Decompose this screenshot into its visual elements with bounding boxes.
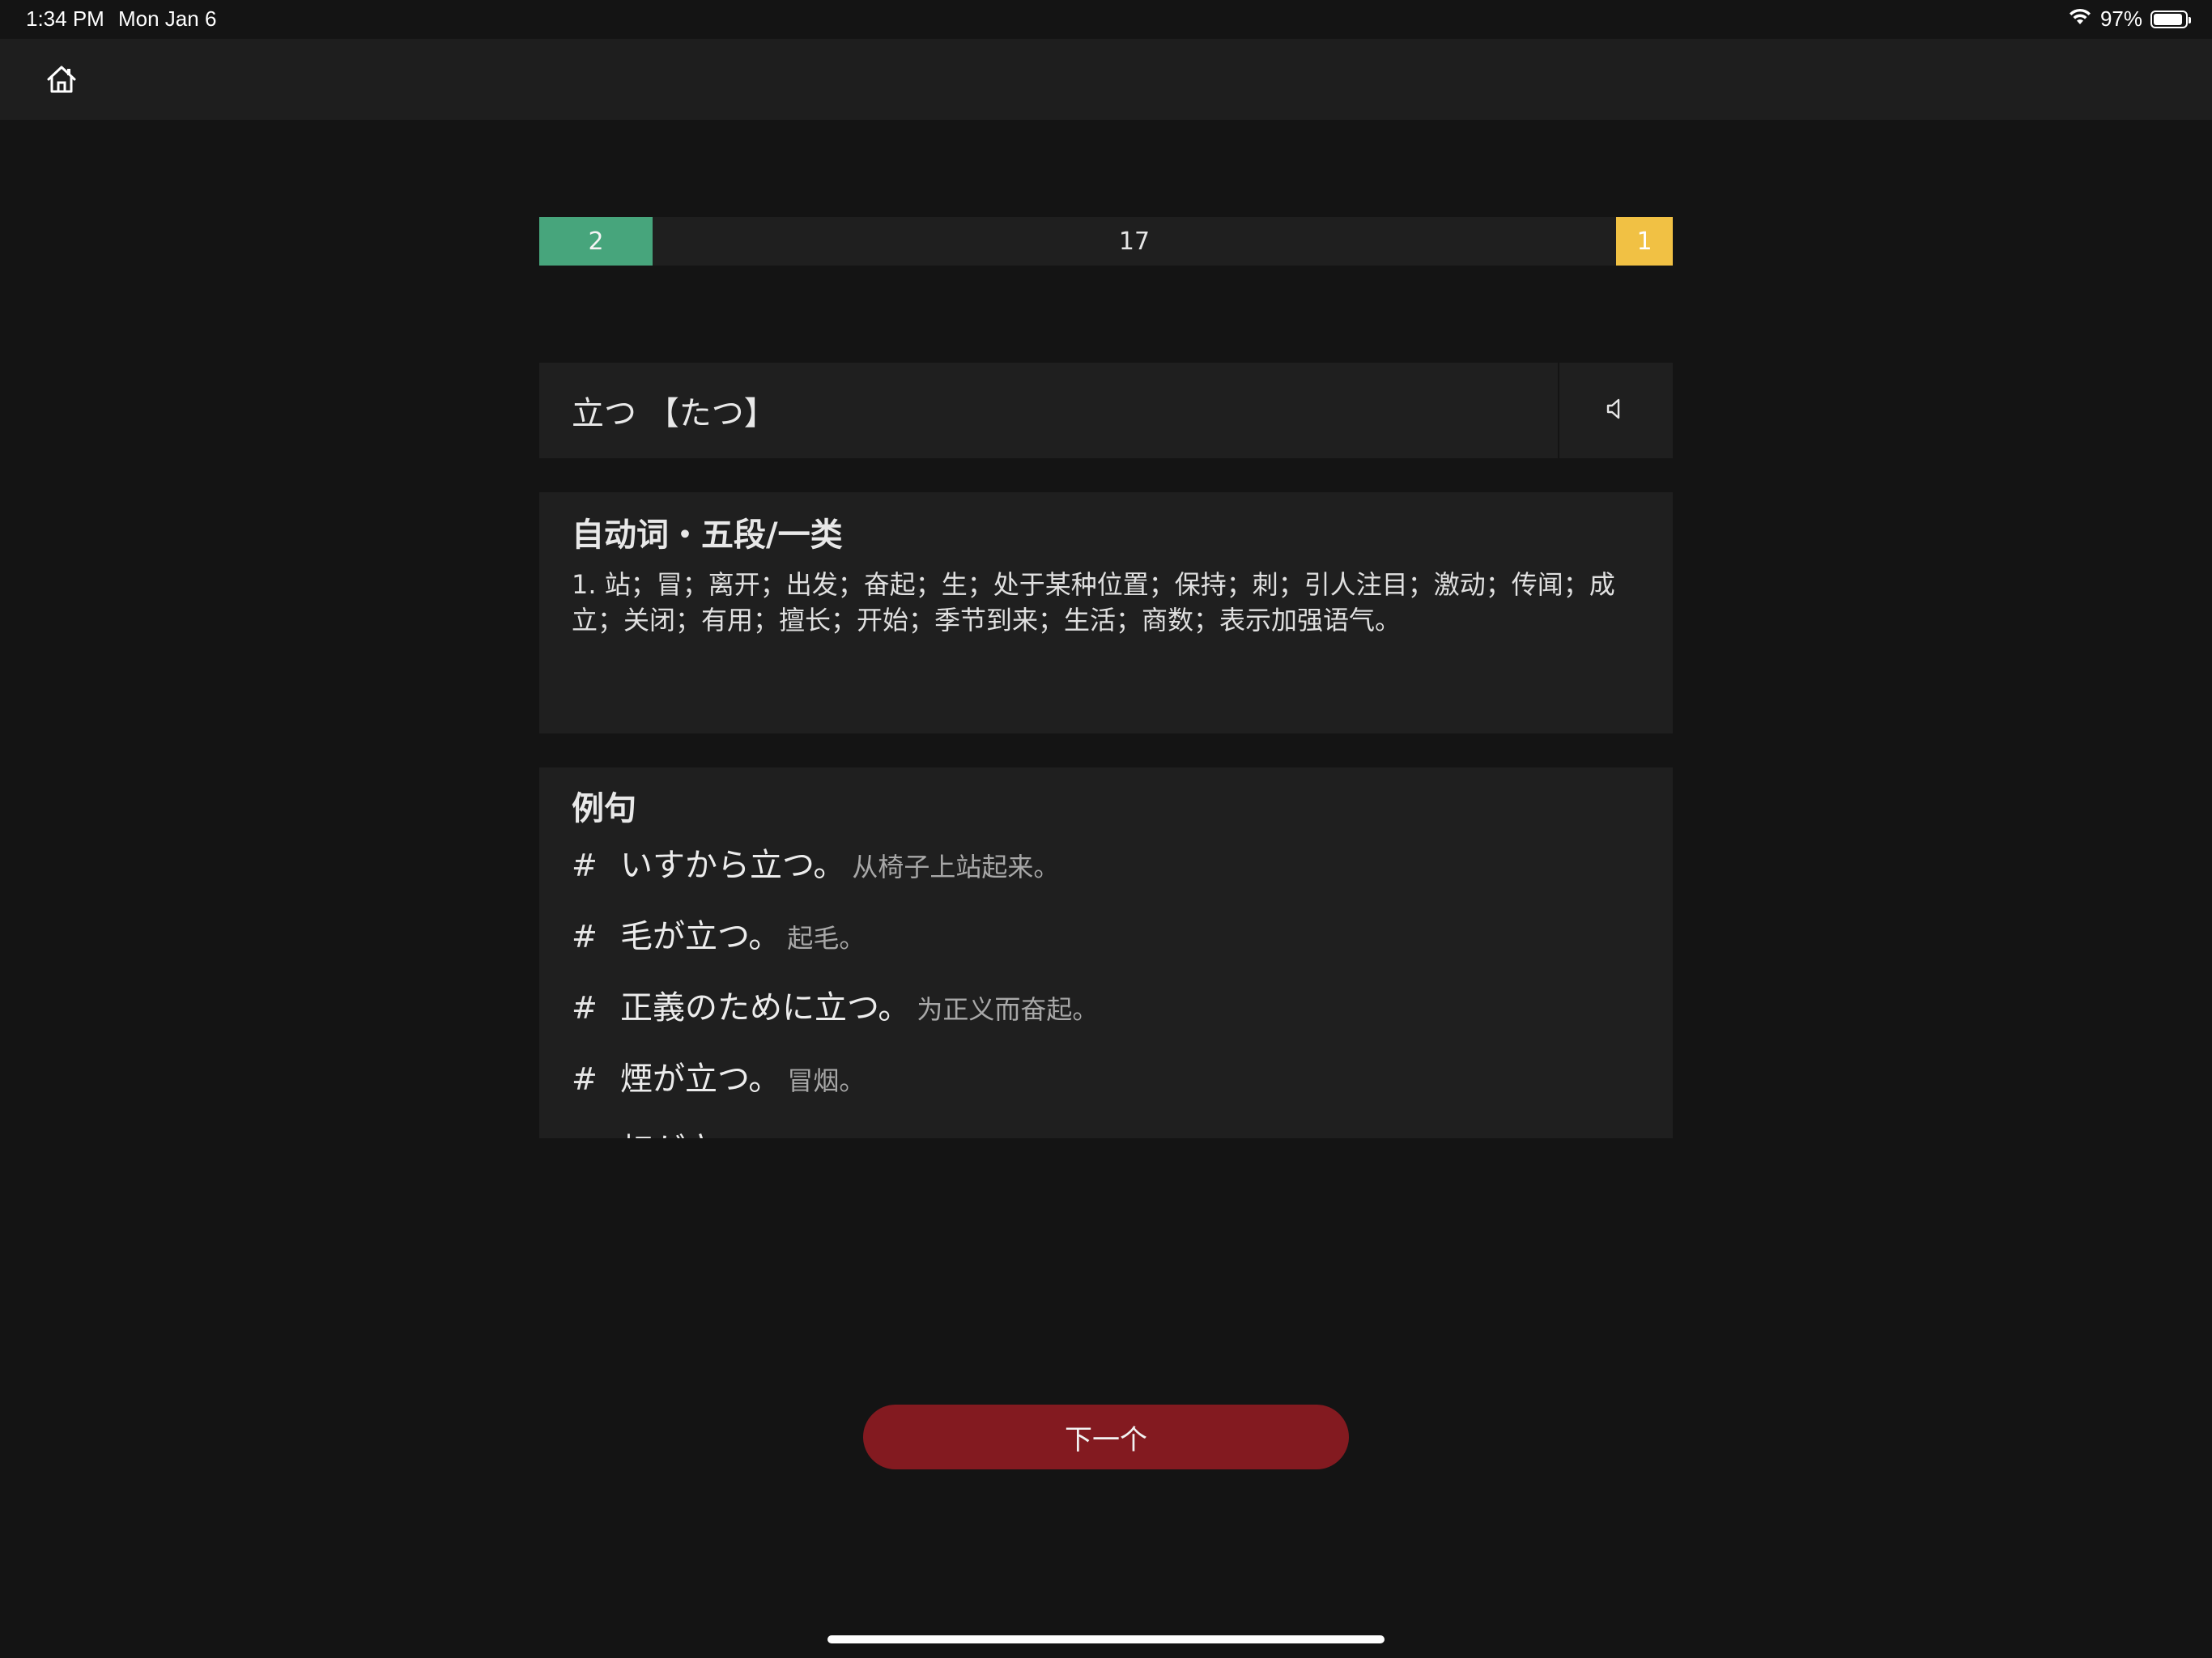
example-japanese: 毛が立つ。 [620,918,781,955]
status-time: 1:34 PM [26,6,104,31]
example-japanese: 煙が立つ。 [620,1061,781,1098]
example-chinese: 从椅子上站起来。 [852,852,1060,882]
speaker-icon [1603,396,1629,425]
examples-card: 例句 # いすから立つ。 从椅子上站起来。 # 毛が立つ。 起毛。 # 正義のた… [539,767,1673,1138]
house-icon [45,66,78,99]
example-item: # 煙が立つ。 冒烟。 [572,1052,1640,1124]
home-indicator[interactable] [827,1635,1385,1643]
progress-known-count: 2 [539,217,653,266]
battery-icon [2150,10,2191,28]
home-button[interactable] [45,63,84,102]
progress-unknown-count: 1 [1616,217,1673,266]
word-card: 立つ 【たつ】 [539,363,1673,458]
example-item: # 虹が立つ。 天空挂彩虹。 [572,1124,1640,1138]
definition-body: 1. 站；冒；离开；出发；奋起；生；处于某种位置；保持；刺；引人注目；激动；传闻… [572,569,1615,636]
example-japanese: 虹が立つ。 [620,1124,781,1138]
example-item: # 正義のために立つ。 为正义而奋起。 [572,981,1640,1052]
example-chinese: 起毛。 [787,923,866,954]
progress-remaining-count: 17 [1118,227,1151,256]
definition-title: 自动词・五段/一类 [572,517,843,554]
example-marker: # [572,1133,620,1138]
example-marker: # [572,919,598,954]
example-marker: # [572,848,598,883]
battery-fill [2154,13,2182,25]
example-japanese: 正義のために立つ。 [620,989,911,1027]
examples-title: 例句 [572,790,636,827]
pronounce-button[interactable] [1558,363,1673,458]
status-right: 97% [2068,6,2191,32]
progress-bar: 2 17 1 [539,217,1673,266]
example-item: # 毛が立つ。 起毛。 [572,910,1640,981]
example-marker: # [572,1061,598,1097]
status-bar: 1:34 PM Mon Jan 6 97% [0,0,2212,39]
example-chinese: 为正义而奋起。 [917,994,1099,1025]
word-text: 立つ 【たつ】 [572,395,776,432]
battery-percent: 97% [2099,6,2142,31]
example-japanese: いすから立つ。 [620,847,846,884]
example-marker: # [572,990,598,1026]
battery-cap [2189,16,2191,23]
status-date: Mon Jan 6 [118,6,217,31]
example-item: # いすから立つ。 从椅子上站起来。 [572,839,1640,910]
next-button[interactable]: 下一个 [863,1405,1349,1469]
definition-card: 自动词・五段/一类 1. 站；冒；离开；出发；奋起；生；处于某种位置；保持；刺；… [539,492,1673,733]
example-chinese: 天空挂彩虹。 [787,1132,942,1138]
wifi-icon [2068,6,2092,32]
nav-bar [0,39,2212,120]
example-chinese: 冒烟。 [787,1065,866,1096]
